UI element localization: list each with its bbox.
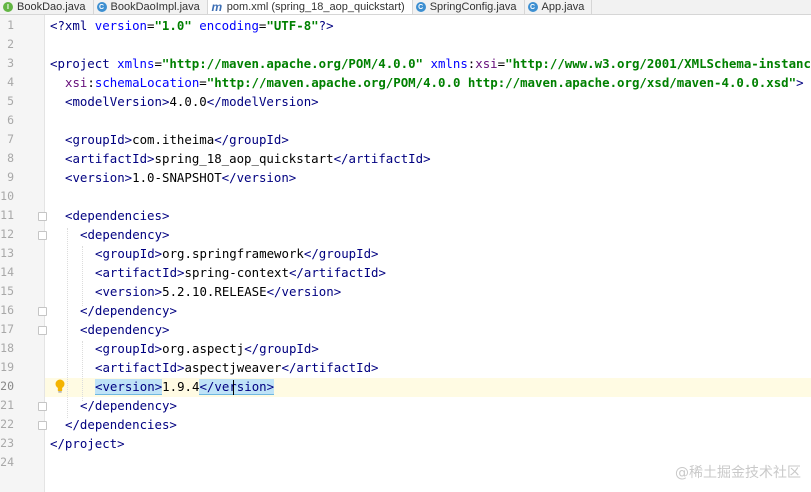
indent-guide bbox=[82, 341, 83, 401]
line-number: 10 bbox=[0, 189, 14, 203]
code-line-11: <dependencies> bbox=[65, 208, 170, 223]
code-line-18: <groupId>org.aspectj</groupId> bbox=[95, 341, 319, 356]
code-line-19: <artifactId>aspectjweaver</artifactId> bbox=[95, 360, 379, 375]
line-number-current: 20 bbox=[0, 379, 14, 393]
class-icon: C bbox=[96, 2, 107, 12]
line-number: 12 bbox=[0, 227, 14, 241]
code-line-5: <modelVersion>4.0.0</modelVersion> bbox=[65, 94, 319, 109]
tab-pom-xml[interactable]: m pom.xml (spring_18_aop_quickstart) bbox=[207, 0, 413, 14]
line-number: 21 bbox=[0, 398, 14, 412]
line-number: 7 bbox=[7, 132, 14, 146]
matched-open-tag: <version> bbox=[95, 379, 163, 395]
line-number: 3 bbox=[7, 56, 14, 70]
line-number: 17 bbox=[0, 322, 14, 336]
fold-marker[interactable] bbox=[38, 402, 47, 411]
matched-close-tag: </version> bbox=[199, 379, 275, 395]
fold-marker[interactable] bbox=[38, 231, 47, 240]
line-number: 1 bbox=[7, 18, 14, 32]
lightbulb-icon[interactable] bbox=[54, 379, 66, 393]
line-number: 14 bbox=[0, 265, 14, 279]
class-icon: C bbox=[415, 2, 426, 12]
code-line-13: <groupId>org.springframework</groupId> bbox=[95, 246, 379, 261]
fold-marker[interactable] bbox=[38, 326, 47, 335]
line-number: 23 bbox=[0, 436, 14, 450]
code-line-8: <artifactId>spring_18_aop_quickstart</ar… bbox=[65, 151, 431, 166]
tab-springconfig[interactable]: C SpringConfig.java bbox=[413, 0, 525, 14]
code-line-7: <groupId>com.itheima</groupId> bbox=[65, 132, 289, 147]
line-number: 18 bbox=[0, 341, 14, 355]
interface-icon: I bbox=[3, 2, 13, 12]
code-line-16: </dependency> bbox=[80, 303, 177, 318]
fold-marker[interactable] bbox=[38, 307, 47, 316]
watermark: @稀土掘金技术社区 bbox=[675, 465, 801, 481]
line-number: 6 bbox=[7, 113, 14, 127]
line-number: 11 bbox=[0, 208, 14, 222]
code-line-14: <artifactId>spring-context</artifactId> bbox=[95, 265, 386, 280]
code-line-15: <version>5.2.10.RELEASE</version> bbox=[95, 284, 342, 299]
line-number: 4 bbox=[7, 75, 14, 89]
tab-label: pom.xml (spring_18_aop_quickstart) bbox=[226, 1, 405, 13]
code-line-23: </project> bbox=[50, 436, 125, 451]
line-number: 22 bbox=[0, 417, 14, 431]
line-number: 9 bbox=[7, 170, 14, 184]
line-number: 15 bbox=[0, 284, 14, 298]
tab-app[interactable]: C App.java bbox=[525, 0, 593, 14]
text-caret bbox=[233, 380, 234, 395]
tab-bookdaoimpl[interactable]: C BookDaoImpl.java bbox=[94, 0, 208, 14]
line-number: 5 bbox=[7, 94, 14, 108]
line-number: 8 bbox=[7, 151, 14, 165]
editor-tab-bar: I BookDao.java C BookDaoImpl.java m pom.… bbox=[0, 0, 811, 15]
indent-guide bbox=[67, 228, 68, 418]
tab-label: App.java bbox=[541, 1, 585, 13]
tab-label: BookDao.java bbox=[17, 1, 86, 13]
code-line-9: <version>1.0-SNAPSHOT</version> bbox=[65, 170, 297, 185]
tab-label: BookDaoImpl.java bbox=[110, 1, 200, 13]
tab-bookdao[interactable]: I BookDao.java bbox=[0, 0, 94, 14]
line-number: 24 bbox=[0, 455, 14, 469]
fold-marker[interactable] bbox=[38, 212, 47, 221]
tab-label: SpringConfig.java bbox=[429, 1, 517, 13]
code-line-1: <?xml version="1.0" encoding="UTF-8"?> bbox=[50, 18, 334, 33]
class-icon: C bbox=[527, 2, 538, 12]
line-number: 2 bbox=[7, 37, 14, 51]
line-number: 16 bbox=[0, 303, 14, 317]
code-line-21: </dependency> bbox=[80, 398, 177, 413]
fold-marker[interactable] bbox=[38, 421, 47, 430]
maven-icon: m bbox=[211, 0, 223, 14]
code-line-22: </dependencies> bbox=[65, 417, 177, 432]
code-line-3: <project xmlns="http://maven.apache.org/… bbox=[50, 56, 811, 71]
code-line-17: <dependency> bbox=[80, 322, 170, 337]
code-line-4: xsi:schemaLocation="http://maven.apache.… bbox=[65, 75, 804, 90]
line-number: 13 bbox=[0, 246, 14, 260]
indent-guide bbox=[82, 246, 83, 306]
line-number: 19 bbox=[0, 360, 14, 374]
code-line-20: <version>1.9.4</version> bbox=[95, 379, 275, 395]
code-line-12: <dependency> bbox=[80, 227, 170, 242]
